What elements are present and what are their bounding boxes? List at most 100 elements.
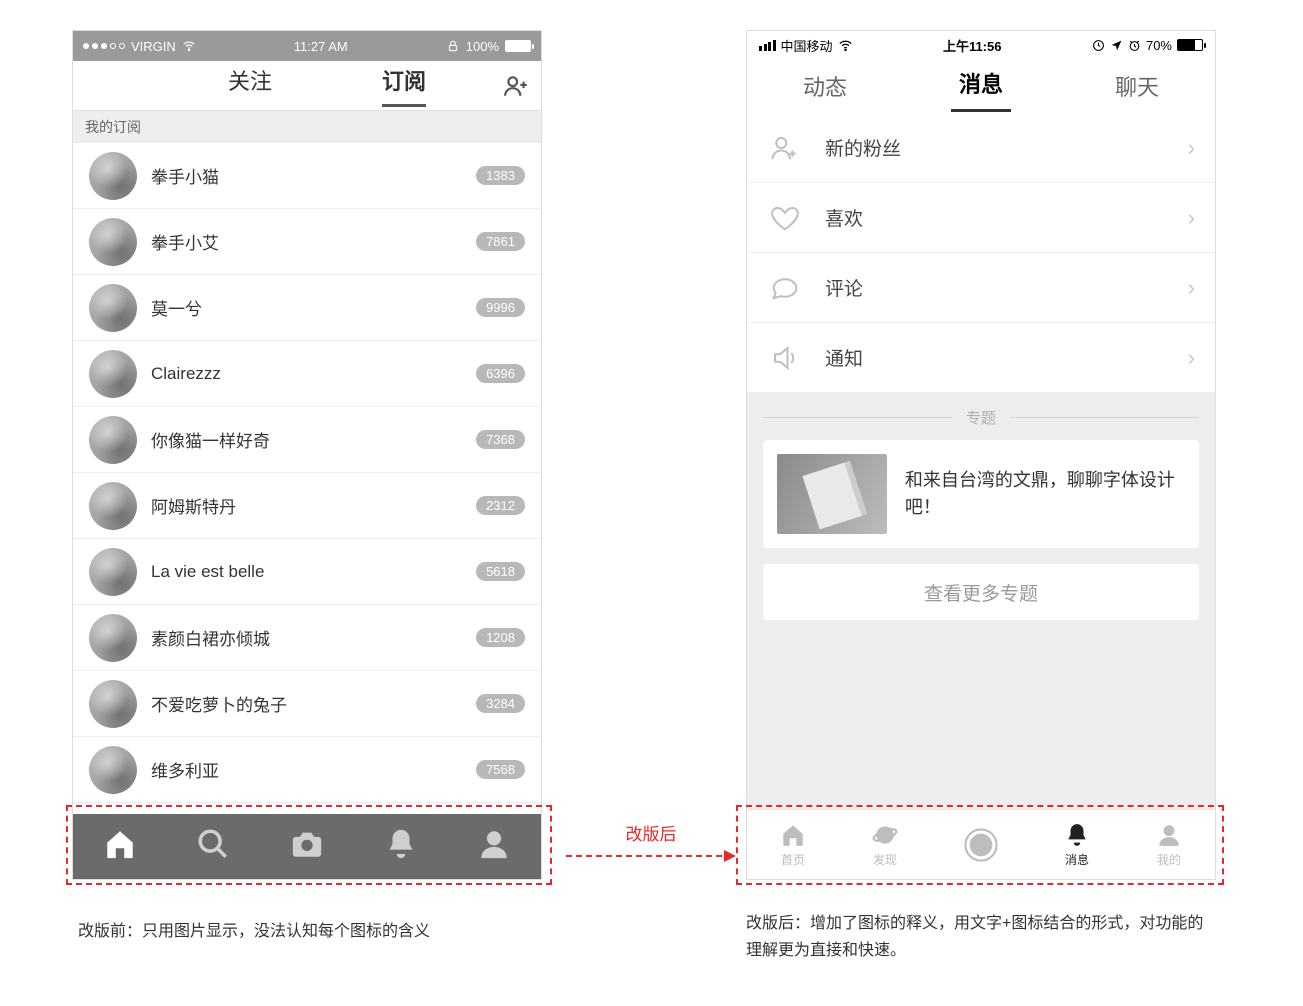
nav-profile[interactable] <box>477 827 511 866</box>
search-icon <box>196 827 230 861</box>
nav-camera[interactable] <box>290 827 324 866</box>
status-bar: 中国移动 上午11:56 70% <box>747 31 1215 59</box>
battery-icon <box>1177 39 1203 51</box>
home-icon <box>103 827 137 861</box>
topic-card[interactable]: 和来自台湾的文鼎，聊聊字体设计吧！ <box>763 440 1199 548</box>
battery-pct-label: 70% <box>1146 38 1172 53</box>
phone-after: 中国移动 上午11:56 70% 动态 消息 聊天 新的粉丝 › <box>746 30 1216 880</box>
count-badge: 2312 <box>476 496 525 515</box>
top-tabs: 关注 订阅 <box>73 61 541 111</box>
clock-label: 上午11:56 <box>943 36 1002 55</box>
list-item-name: 拳手小艾 <box>151 229 476 254</box>
avatar <box>89 548 137 596</box>
list-item-name: 素颜白裙亦倾城 <box>151 625 476 650</box>
list-item-name: 维多利亚 <box>151 757 476 782</box>
nav-search[interactable] <box>196 827 230 866</box>
topic-thumbnail <box>777 454 887 534</box>
list-item[interactable]: 拳手小艾 7861 <box>73 209 541 275</box>
list-item-name: Clairezzz <box>151 364 476 384</box>
count-badge: 3284 <box>476 694 525 713</box>
list-item-name: 拳手小猫 <box>151 163 476 188</box>
avatar <box>89 680 137 728</box>
menu-label: 通知 <box>825 344 1188 371</box>
avatar <box>89 614 137 662</box>
status-bar: VIRGIN 11:27 AM 100% <box>73 31 541 61</box>
list-item[interactable]: 你像猫一样好奇 7368 <box>73 407 541 473</box>
chevron-right-icon: › <box>1188 345 1195 371</box>
battery-icon <box>505 40 531 52</box>
avatar <box>89 218 137 266</box>
alarm-icon <box>1128 39 1141 52</box>
signal-dots-icon <box>83 43 125 49</box>
nav-messages[interactable]: 消息 <box>1064 822 1090 868</box>
list-item[interactable]: 莫一兮 9996 <box>73 275 541 341</box>
bottom-nav <box>73 814 541 879</box>
list-item[interactable]: Clairezzz 6396 <box>73 341 541 407</box>
location-icon <box>1110 39 1123 52</box>
nav-notifications[interactable] <box>384 827 418 866</box>
nav-label: 我的 <box>1157 851 1181 868</box>
count-badge: 7368 <box>476 430 525 449</box>
topic-more-button[interactable]: 查看更多专题 <box>763 564 1199 620</box>
list-item[interactable]: 不爱吃萝卜的兔子 3284 <box>73 671 541 737</box>
menu-label: 喜欢 <box>825 204 1188 231</box>
nav-me[interactable]: 我的 <box>1156 822 1182 868</box>
arrow-icon <box>566 855 736 857</box>
chevron-right-icon: › <box>1188 205 1195 231</box>
tab-subscribe[interactable]: 订阅 <box>382 64 426 107</box>
wifi-icon <box>838 38 853 53</box>
person-add-icon <box>503 73 529 99</box>
person-add-icon <box>767 133 803 163</box>
list-item[interactable]: 拳手小猫 1383 <box>73 143 541 209</box>
circle-icon <box>964 828 998 862</box>
list-item[interactable]: 阿姆斯特丹 2312 <box>73 473 541 539</box>
chevron-right-icon: › <box>1188 135 1195 161</box>
count-badge: 5618 <box>476 562 525 581</box>
nav-label: 首页 <box>781 851 805 868</box>
compass-icon <box>1092 39 1105 52</box>
battery-pct-label: 100% <box>466 39 499 54</box>
camera-icon <box>290 827 324 861</box>
phone-before: VIRGIN 11:27 AM 100% 关注 订阅 我的订阅 <box>72 30 542 880</box>
nav-home[interactable] <box>103 827 137 866</box>
menu-comments[interactable]: 评论 › <box>747 253 1215 323</box>
tab-feed[interactable]: 动态 <box>795 70 855 112</box>
list-item-name: 阿姆斯特丹 <box>151 493 476 518</box>
arrow-label: 改版后 <box>566 820 736 845</box>
person-icon <box>477 827 511 861</box>
topic-divider-label: 专题 <box>952 407 1010 428</box>
menu-label: 评论 <box>825 274 1188 301</box>
bottom-nav: 首页 发现 消息 我的 <box>747 809 1215 879</box>
count-badge: 7861 <box>476 232 525 251</box>
avatar <box>89 746 137 794</box>
list-item-name: 莫一兮 <box>151 295 476 320</box>
caption-before: 改版前：只用图片显示，没法认知每个图标的含义 <box>78 918 548 945</box>
list-item[interactable]: La vie est belle 5618 <box>73 539 541 605</box>
bell-icon <box>1064 822 1090 848</box>
add-person-button[interactable] <box>491 73 541 99</box>
tab-messages[interactable]: 消息 <box>951 67 1011 112</box>
avatar <box>89 350 137 398</box>
list-item[interactable]: 维多利亚 7568 <box>73 737 541 803</box>
avatar <box>89 482 137 530</box>
nav-label: 消息 <box>1065 851 1089 868</box>
nav-discover[interactable]: 发现 <box>872 822 898 868</box>
chevron-right-icon: › <box>1188 275 1195 301</box>
nav-home[interactable]: 首页 <box>780 822 806 868</box>
menu-likes[interactable]: 喜欢 › <box>747 183 1215 253</box>
tab-chat[interactable]: 聊天 <box>1107 70 1167 112</box>
wifi-icon <box>182 39 196 53</box>
subscription-list: 拳手小猫 1383 拳手小艾 7861 莫一兮 9996 Clairezzz 6… <box>73 143 541 803</box>
count-badge: 1208 <box>476 628 525 647</box>
topic-divider: 专题 <box>763 407 1199 428</box>
nav-center[interactable] <box>964 828 998 862</box>
count-badge: 9996 <box>476 298 525 317</box>
nav-label: 发现 <box>873 851 897 868</box>
menu-new-followers[interactable]: 新的粉丝 › <box>747 113 1215 183</box>
list-item-name: 你像猫一样好奇 <box>151 427 476 452</box>
menu-notifications[interactable]: 通知 › <box>747 323 1215 393</box>
list-item-name: 不爱吃萝卜的兔子 <box>151 691 476 716</box>
list-item[interactable]: 素颜白裙亦倾城 1208 <box>73 605 541 671</box>
topic-card-text: 和来自台湾的文鼎，聊聊字体设计吧！ <box>905 467 1185 521</box>
tab-follow[interactable]: 关注 <box>228 64 272 107</box>
